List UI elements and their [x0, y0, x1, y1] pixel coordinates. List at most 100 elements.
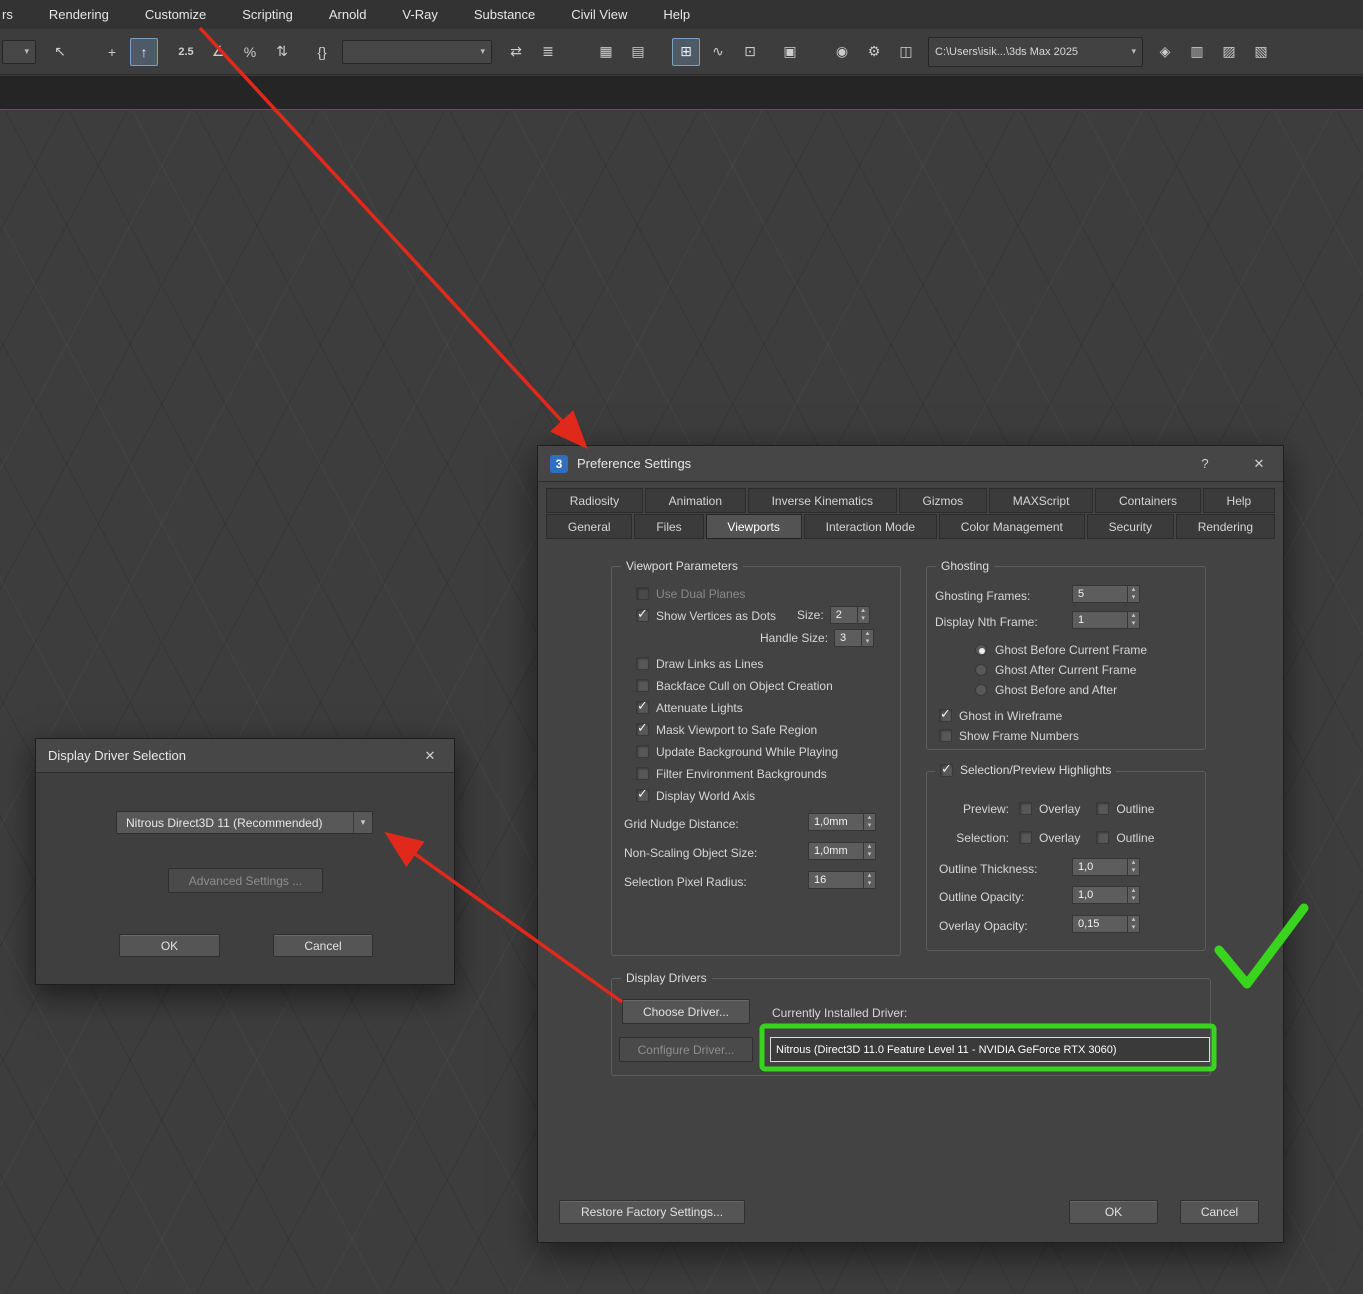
- tab-radiosity[interactable]: Radiosity: [546, 488, 643, 513]
- checkbox-filter-environment[interactable]: [636, 767, 649, 780]
- tab-files[interactable]: Files: [634, 514, 703, 539]
- render-flyout-icon[interactable]: ▧: [1247, 38, 1275, 66]
- select-and-place-icon[interactable]: ↖: [46, 38, 74, 66]
- dialog-title-bar[interactable]: Display Driver Selection ✕: [36, 739, 454, 773]
- menu-item-substance[interactable]: Substance: [456, 0, 553, 29]
- checkbox-display-world-axis[interactable]: [636, 789, 649, 802]
- help-icon[interactable]: ?: [1193, 452, 1217, 476]
- nth-frame-value[interactable]: 1: [1072, 611, 1127, 629]
- checkbox-use-dual-planes[interactable]: [636, 587, 649, 600]
- layer-explorer-icon[interactable]: ▤: [624, 38, 652, 66]
- checkbox-selection-outline[interactable]: [1096, 831, 1109, 844]
- checkbox-selection-preview-highlights[interactable]: [940, 764, 953, 777]
- toolbar-combo-stub[interactable]: ▾: [2, 40, 36, 64]
- selection-pixel-value[interactable]: 16: [808, 871, 863, 889]
- outline-opacity-value[interactable]: 1,0: [1072, 886, 1127, 904]
- checkbox-preview-outline[interactable]: [1096, 802, 1109, 815]
- configure-driver-button[interactable]: Configure Driver...: [619, 1037, 753, 1062]
- checkbox-draw-links-as-lines[interactable]: [636, 657, 649, 670]
- restore-factory-settings-button[interactable]: Restore Factory Settings...: [559, 1200, 745, 1224]
- tab-gizmos[interactable]: Gizmos: [899, 488, 987, 513]
- mirror-icon[interactable]: ⇄: [502, 38, 530, 66]
- non-scaling-value[interactable]: 1,0mm: [808, 842, 863, 860]
- radio-ghost-before-current-frame[interactable]: [975, 644, 987, 656]
- tab-rendering[interactable]: Rendering: [1176, 514, 1275, 539]
- grid-nudge-value[interactable]: 1,0mm: [808, 813, 863, 831]
- project-path-combo[interactable]: C:\Users\isik...\3ds Max 2025▾: [928, 37, 1143, 67]
- cancel-button[interactable]: Cancel: [273, 934, 373, 957]
- ghosting-frames-stepper[interactable]: ▴▾: [1127, 585, 1140, 603]
- scene-explorer-icon[interactable]: ▦: [592, 38, 620, 66]
- menu-item-arnold[interactable]: Arnold: [311, 0, 385, 29]
- size-value[interactable]: 2: [830, 606, 857, 624]
- material-editor-icon[interactable]: ◉: [828, 38, 856, 66]
- close-icon[interactable]: ✕: [1247, 452, 1271, 476]
- tab-animation[interactable]: Animation: [645, 488, 746, 513]
- tab-viewports[interactable]: Viewports: [706, 514, 802, 539]
- render-iterative-icon[interactable]: ▥: [1183, 38, 1211, 66]
- checkbox-show-vertices-as-dots[interactable]: [636, 609, 649, 622]
- curve-editor-icon[interactable]: ∿: [704, 38, 732, 66]
- schematic-view-icon[interactable]: ⊡: [736, 38, 764, 66]
- select-and-move-icon[interactable]: +: [98, 38, 126, 66]
- checkbox-ghost-in-wireframe[interactable]: [939, 709, 952, 722]
- snaps-toggle-icon[interactable]: 2.5: [172, 38, 200, 66]
- tab-help[interactable]: Help: [1203, 488, 1275, 513]
- driver-dropdown[interactable]: Nitrous Direct3D 11 (Recommended) ▾: [116, 811, 373, 834]
- render-setup-teapot-icon[interactable]: ⚙: [860, 38, 888, 66]
- outline-thickness-value[interactable]: 1,0: [1072, 858, 1127, 876]
- checkbox-mask-viewport[interactable]: [636, 723, 649, 736]
- spinner-snap-icon[interactable]: ⇅: [268, 38, 296, 66]
- overlay-opacity-value[interactable]: 0,15: [1072, 915, 1127, 933]
- tab-inverse-kinematics[interactable]: Inverse Kinematics: [748, 488, 897, 513]
- checkbox-attenuate-lights[interactable]: [636, 701, 649, 714]
- menu-item-help[interactable]: Help: [645, 0, 708, 29]
- advanced-settings-button[interactable]: Advanced Settings ...: [168, 868, 323, 893]
- tab-color-management[interactable]: Color Management: [939, 514, 1085, 539]
- percent-snap-icon[interactable]: %: [236, 38, 264, 66]
- ok-button[interactable]: OK: [119, 934, 220, 957]
- menu-item-vray[interactable]: V-Ray: [384, 0, 455, 29]
- angle-snap-icon[interactable]: ∠: [204, 38, 232, 66]
- tab-containers[interactable]: Containers: [1095, 488, 1201, 513]
- overlay-opacity-stepper[interactable]: ▴▾: [1127, 915, 1140, 933]
- outline-thickness-stepper[interactable]: ▴▾: [1127, 858, 1140, 876]
- use-pivot-point-icon[interactable]: ↑: [130, 38, 158, 66]
- checkbox-preview-overlay[interactable]: [1019, 802, 1032, 815]
- ok-button[interactable]: OK: [1069, 1200, 1158, 1224]
- dialog-title-bar[interactable]: 3 Preference Settings ? ✕: [538, 446, 1283, 482]
- selection-pixel-stepper[interactable]: ▴▾: [863, 871, 876, 889]
- non-scaling-stepper[interactable]: ▴▾: [863, 842, 876, 860]
- rendered-frame-window-icon[interactable]: ◫: [892, 38, 920, 66]
- choose-driver-button[interactable]: Choose Driver...: [622, 999, 750, 1024]
- checkbox-selection-overlay[interactable]: [1019, 831, 1032, 844]
- handle-size-stepper[interactable]: ▴▾: [861, 629, 874, 647]
- outline-opacity-stepper[interactable]: ▴▾: [1127, 886, 1140, 904]
- handle-size-value[interactable]: 3: [834, 629, 861, 647]
- named-selection-combo[interactable]: ▾: [342, 40, 492, 64]
- nth-frame-stepper[interactable]: ▴▾: [1127, 611, 1140, 629]
- checkbox-show-frame-numbers[interactable]: [939, 729, 952, 742]
- render-online-icon[interactable]: ▨: [1215, 38, 1243, 66]
- radio-ghost-after-current-frame[interactable]: [975, 664, 987, 676]
- tab-general[interactable]: General: [546, 514, 632, 539]
- close-icon[interactable]: ✕: [418, 744, 442, 768]
- grid-nudge-stepper[interactable]: ▴▾: [863, 813, 876, 831]
- align-icon[interactable]: ≣: [534, 38, 562, 66]
- menu-item-scripting[interactable]: Scripting: [224, 0, 311, 29]
- checkbox-update-background[interactable]: [636, 745, 649, 758]
- edit-named-selections-icon[interactable]: {}: [308, 38, 336, 66]
- tab-interaction-mode[interactable]: Interaction Mode: [804, 514, 937, 539]
- cancel-button[interactable]: Cancel: [1180, 1200, 1259, 1224]
- checkbox-backface-cull[interactable]: [636, 679, 649, 692]
- ribbon-toggle-icon[interactable]: ⊞: [672, 38, 700, 66]
- render-setup-icon[interactable]: ▣: [776, 38, 804, 66]
- menu-item-civil-view[interactable]: Civil View: [553, 0, 645, 29]
- tab-security[interactable]: Security: [1087, 514, 1174, 539]
- ghosting-frames-value[interactable]: 5: [1072, 585, 1127, 603]
- tab-maxscript[interactable]: MAXScript: [989, 488, 1093, 513]
- menu-item-customize[interactable]: Customize: [127, 0, 224, 29]
- menu-item-rs[interactable]: rs: [0, 0, 31, 29]
- render-production-icon[interactable]: ◈: [1151, 38, 1179, 66]
- size-stepper[interactable]: ▴▾: [857, 606, 870, 624]
